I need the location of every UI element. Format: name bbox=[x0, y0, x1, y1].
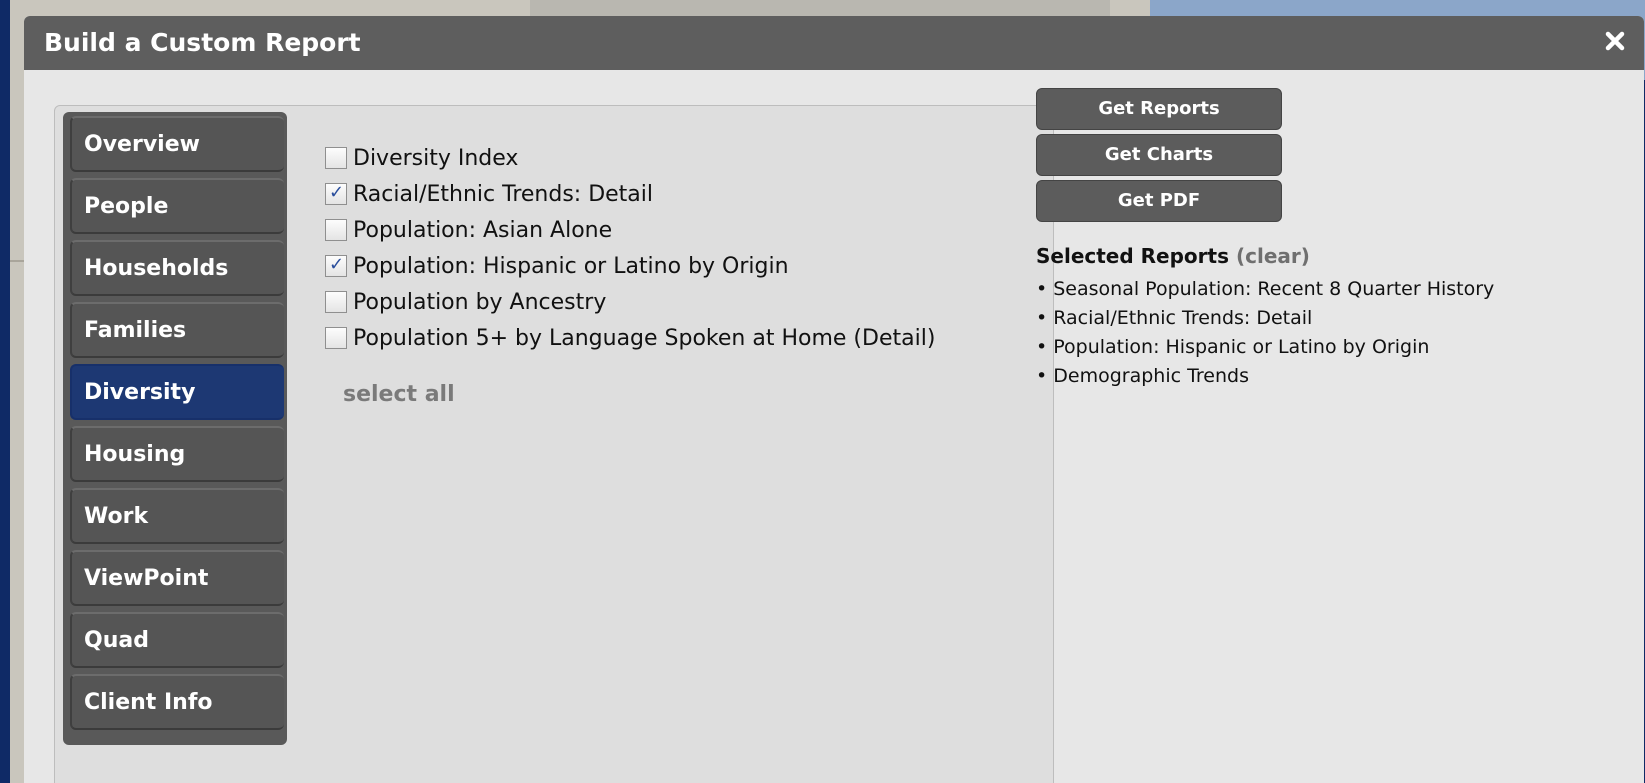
option-label: Population 5+ by Language Spoken at Home… bbox=[353, 325, 936, 351]
list-item: • Demographic Trends bbox=[1036, 365, 1249, 387]
checkbox[interactable] bbox=[325, 147, 347, 169]
tab-label: Overview bbox=[84, 132, 200, 157]
list-item: • Seasonal Population: Recent 8 Quarter … bbox=[1036, 278, 1495, 300]
report-option[interactable]: Racial/Ethnic Trends: Detail bbox=[325, 176, 935, 212]
custom-report-dialog: Build a Custom Report Overview People Ho… bbox=[24, 16, 1644, 783]
select-all-link[interactable]: select all bbox=[343, 382, 455, 407]
checkbox[interactable] bbox=[325, 254, 347, 277]
tab-label: Client Info bbox=[84, 690, 213, 715]
report-option[interactable]: Population by Ancestry bbox=[325, 284, 935, 320]
report-option[interactable]: Diversity Index bbox=[325, 140, 935, 176]
tab-quad[interactable]: Quad bbox=[70, 612, 284, 668]
close-icon[interactable] bbox=[1600, 26, 1630, 56]
dialog-header: Build a Custom Report bbox=[24, 16, 1644, 70]
get-charts-button[interactable]: Get Charts bbox=[1036, 134, 1282, 176]
checkbox[interactable] bbox=[325, 219, 347, 241]
option-label: Population: Hispanic or Latino by Origin bbox=[353, 253, 789, 279]
tab-households[interactable]: Households bbox=[70, 240, 284, 296]
get-pdf-button[interactable]: Get PDF bbox=[1036, 180, 1282, 222]
tab-diversity[interactable]: Diversity bbox=[70, 364, 284, 420]
tab-label: Quad bbox=[84, 628, 149, 653]
selected-reports-list: • Seasonal Population: Recent 8 Quarter … bbox=[1036, 275, 1516, 391]
tab-families[interactable]: Families bbox=[70, 302, 284, 358]
report-option[interactable]: Population: Asian Alone bbox=[325, 212, 935, 248]
report-category-panel: Overview People Households Families Dive… bbox=[54, 105, 1054, 783]
report-option[interactable]: Population: Hispanic or Latino by Origin bbox=[325, 248, 935, 284]
tab-label: Households bbox=[84, 256, 229, 281]
dialog-body: Overview People Households Families Dive… bbox=[24, 70, 1644, 783]
list-item: • Racial/Ethnic Trends: Detail bbox=[1036, 307, 1313, 329]
tab-label: Housing bbox=[84, 442, 186, 467]
selected-reports-heading: Selected Reports (clear) bbox=[1036, 244, 1310, 268]
option-label: Population: Asian Alone bbox=[353, 217, 613, 243]
tab-overview[interactable]: Overview bbox=[70, 116, 284, 172]
tab-viewpoint[interactable]: ViewPoint bbox=[70, 550, 284, 606]
tab-housing[interactable]: Housing bbox=[70, 426, 284, 482]
report-option[interactable]: Population 5+ by Language Spoken at Home… bbox=[325, 320, 935, 356]
tab-label: Families bbox=[84, 318, 187, 343]
checkbox[interactable] bbox=[325, 327, 347, 349]
dialog-title: Build a Custom Report bbox=[44, 28, 361, 57]
checkbox[interactable] bbox=[325, 291, 347, 313]
clear-link[interactable]: (clear) bbox=[1236, 244, 1310, 268]
list-item: • Population: Hispanic or Latino by Orig… bbox=[1036, 336, 1430, 358]
tab-people[interactable]: People bbox=[70, 178, 284, 234]
tab-label: Diversity bbox=[84, 380, 196, 405]
tab-label: Work bbox=[84, 504, 149, 529]
selected-reports-title: Selected Reports bbox=[1036, 244, 1229, 268]
tab-label: ViewPoint bbox=[84, 566, 209, 591]
get-reports-button[interactable]: Get Reports bbox=[1036, 88, 1282, 130]
tab-label: People bbox=[84, 194, 169, 219]
tab-client-info[interactable]: Client Info bbox=[70, 674, 284, 730]
option-label: Racial/Ethnic Trends: Detail bbox=[353, 181, 653, 207]
report-options-list: Diversity Index Racial/Ethnic Trends: De… bbox=[325, 140, 935, 356]
tab-work[interactable]: Work bbox=[70, 488, 284, 544]
checkbox[interactable] bbox=[325, 182, 347, 205]
option-label: Diversity Index bbox=[353, 145, 519, 171]
category-tabs: Overview People Households Families Dive… bbox=[63, 112, 287, 745]
option-label: Population by Ancestry bbox=[353, 289, 607, 315]
